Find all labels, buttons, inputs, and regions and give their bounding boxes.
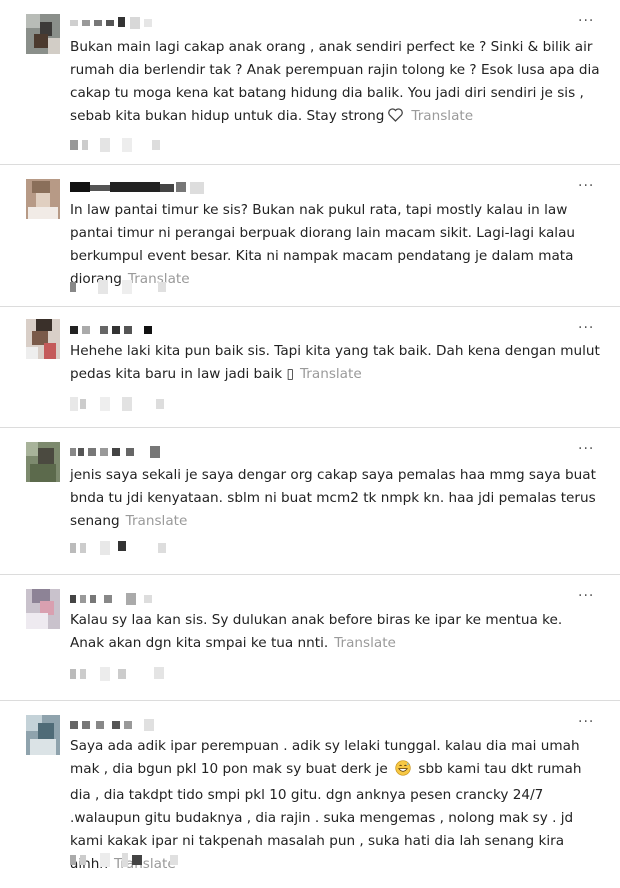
heart-outline-icon [388, 107, 404, 130]
comment-text: Bukan main lagi cakap anak orang , anak … [70, 36, 600, 130]
username-blurred[interactable] [70, 182, 210, 196]
comment-card: ··· Bukan main lagi cakap anak orang , a… [0, 0, 620, 165]
username-blurred[interactable] [70, 593, 170, 607]
avatar[interactable] [26, 715, 60, 755]
comment-body: Bukan main lagi cakap anak orang , anak … [70, 39, 600, 124]
comment-card: ··· Kalau sy laa kan sis. Sy dulukan ana… [0, 575, 620, 701]
comment-actions-blurred [70, 541, 180, 557]
avatar[interactable] [26, 14, 60, 54]
comment-actions-blurred [70, 397, 180, 413]
avatar[interactable] [26, 319, 60, 359]
comment-card: ··· Hehehe laki kita pun baik sis. Tapi … [0, 307, 620, 428]
comment-card: ··· jenis saya sekali je saya dengar org… [0, 428, 620, 575]
comment-text: Hehehe laki kita pun baik sis. Tapi kita… [70, 340, 600, 386]
comment-actions-blurred [70, 138, 170, 154]
translate-link[interactable]: Translate [411, 108, 473, 124]
avatar[interactable] [26, 442, 60, 482]
comment-card: ··· In law pantai timur ke sis? Bukan na… [0, 165, 620, 307]
more-options-icon[interactable]: ··· [578, 321, 594, 335]
more-options-icon[interactable]: ··· [578, 179, 594, 193]
avatar[interactable] [26, 589, 60, 629]
more-options-icon[interactable]: ··· [578, 442, 594, 456]
comment-actions-blurred [70, 853, 200, 869]
comment-card: ··· Saya ada adik ipar perempuan . adik … [0, 701, 620, 888]
more-options-icon[interactable]: ··· [578, 14, 594, 28]
grinning-sweat-emoji-icon [395, 760, 411, 784]
translate-link[interactable]: Translate [334, 635, 396, 651]
more-options-icon[interactable]: ··· [578, 589, 594, 603]
more-options-icon[interactable]: ··· [578, 715, 594, 729]
comment-text: Kalau sy laa kan sis. Sy dulukan anak be… [70, 609, 600, 655]
comment-body: Kalau sy laa kan sis. Sy dulukan anak be… [70, 612, 563, 651]
comment-text: jenis saya sekali je saya dengar org cak… [70, 464, 600, 533]
username-blurred[interactable] [70, 17, 160, 31]
username-blurred[interactable] [70, 324, 160, 338]
comment-actions-blurred [70, 280, 180, 296]
avatar[interactable] [26, 179, 60, 219]
username-blurred[interactable] [70, 446, 170, 460]
translate-link[interactable]: Translate [126, 513, 188, 529]
username-blurred[interactable] [70, 719, 170, 733]
comment-text: In law pantai timur ke sis? Bukan nak pu… [70, 199, 600, 291]
comment-actions-blurred [70, 667, 180, 683]
emoji-placeholder: ▯ [286, 366, 294, 382]
translate-link[interactable]: Translate [300, 366, 362, 382]
